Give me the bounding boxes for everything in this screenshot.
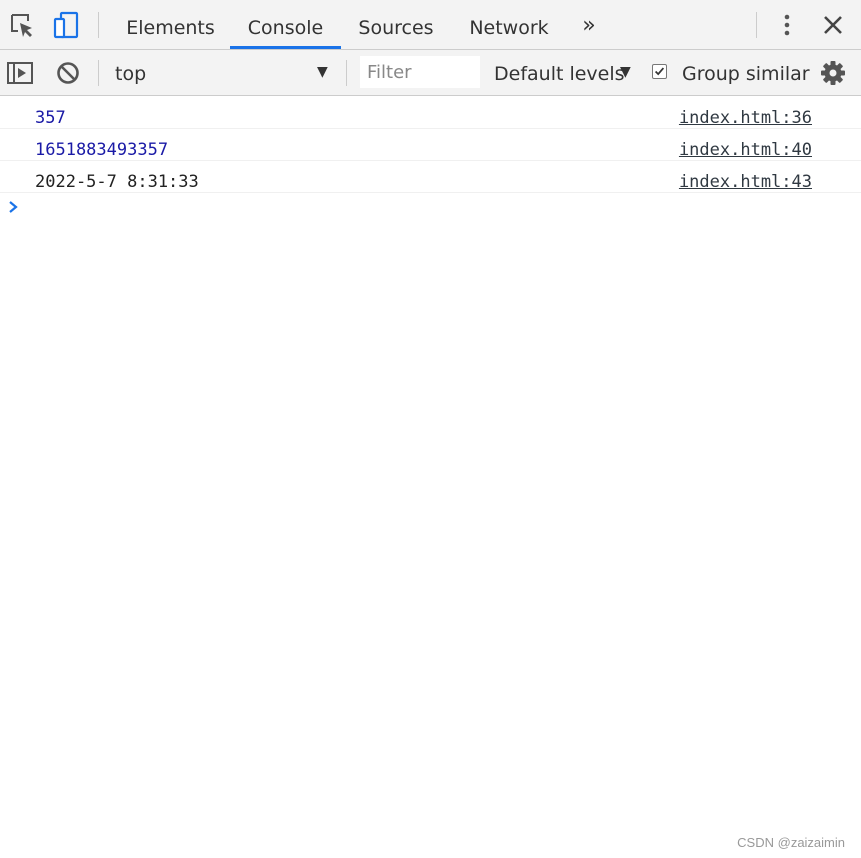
sidebar-toggle-icon[interactable] <box>5 58 35 88</box>
clear-console-icon[interactable] <box>53 58 83 88</box>
active-tab-indicator <box>230 46 341 49</box>
toolbar-divider <box>346 60 347 86</box>
watermark: CSDN @zaizaimin <box>737 835 845 850</box>
kebab-menu-icon[interactable] <box>772 10 802 40</box>
console-messages: 357 index.html:36 1651883493357 index.ht… <box>0 97 861 223</box>
devtools-tabbar: Elements Console Sources Network » <box>0 0 861 50</box>
more-tabs-button[interactable]: » <box>576 14 602 40</box>
group-similar-label: Group similar <box>682 63 810 85</box>
devtools-panel: Elements Console Sources Network » top ▼… <box>0 0 861 858</box>
tab-network[interactable]: Network <box>458 0 560 50</box>
console-message: 357 index.html:36 <box>0 97 861 129</box>
filter-input[interactable] <box>360 56 480 88</box>
toolbar-divider <box>756 12 757 38</box>
log-levels-select[interactable]: Default levels <box>494 50 625 96</box>
console-message: 1651883493357 index.html:40 <box>0 129 861 161</box>
close-icon[interactable] <box>818 10 848 40</box>
console-toolbar: top ▼ Default levels ▼ Group similar <box>0 50 861 96</box>
device-toolbar-icon[interactable] <box>51 10 81 40</box>
context-dropdown-arrow-icon[interactable]: ▼ <box>317 64 328 80</box>
levels-dropdown-arrow-icon[interactable]: ▼ <box>620 64 631 80</box>
group-similar-checkbox[interactable] <box>652 64 667 79</box>
tab-sources[interactable]: Sources <box>346 0 446 50</box>
console-message: 2022-5-7 8:31:33 index.html:43 <box>0 161 861 193</box>
execution-context-select[interactable]: top <box>115 50 146 96</box>
tab-console[interactable]: Console <box>230 0 341 50</box>
tab-elements[interactable]: Elements <box>115 0 226 50</box>
prompt-chevron-icon <box>9 201 18 213</box>
settings-gear-icon[interactable] <box>818 58 848 88</box>
toolbar-divider <box>98 60 99 86</box>
console-prompt[interactable] <box>0 193 861 223</box>
toolbar-divider <box>98 12 99 38</box>
inspect-element-icon[interactable] <box>7 10 37 40</box>
